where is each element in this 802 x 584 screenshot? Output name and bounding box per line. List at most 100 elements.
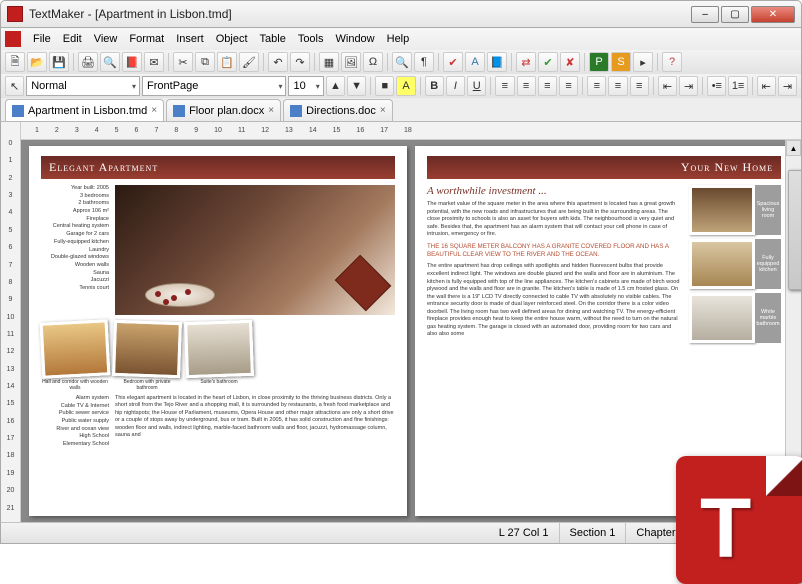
thesaurus-icon[interactable]: 📘: [487, 52, 507, 72]
accept-change-icon[interactable]: ✔: [538, 52, 558, 72]
menu-help[interactable]: Help: [381, 31, 416, 47]
presentations-icon[interactable]: S: [611, 52, 631, 72]
close-tab-icon[interactable]: ×: [151, 105, 157, 116]
image-icon[interactable]: 🖼: [341, 52, 361, 72]
redo-icon[interactable]: ↷: [290, 52, 310, 72]
system-menu-icon[interactable]: [5, 31, 21, 47]
spellcheck-icon[interactable]: ✔: [443, 52, 463, 72]
menu-bar: File Edit View Format Insert Object Tabl…: [0, 28, 802, 50]
menu-window[interactable]: Window: [330, 31, 381, 47]
tab-floorplan[interactable]: Floor plan.docx ×: [166, 99, 281, 121]
pdf-icon[interactable]: 📕: [122, 52, 142, 72]
align-justify-icon[interactable]: ≡: [559, 76, 578, 96]
page2-subtitle: A worthwhile investment ...: [427, 185, 681, 197]
card-label: Fully equipped kitchen: [755, 239, 781, 289]
page1-banner: Elegant Apartment: [41, 156, 395, 179]
increase-indent-icon[interactable]: ⇥: [778, 76, 797, 96]
print-preview-icon[interactable]: 🔍: [100, 52, 120, 72]
numbering-icon[interactable]: 1≡: [728, 76, 747, 96]
page1-thumb-hall: [40, 319, 111, 378]
highlight-icon[interactable]: A: [396, 76, 415, 96]
page1-thumb-suite: [184, 320, 254, 378]
line-spacing-2-icon[interactable]: ≡: [630, 76, 649, 96]
page1-description: This elegant apartment is located in the…: [115, 395, 395, 449]
help-icon[interactable]: ?: [662, 52, 682, 72]
thumb-caption: Suite's bathroom: [185, 379, 253, 391]
align-right-icon[interactable]: ≡: [538, 76, 557, 96]
scroll-up-icon[interactable]: ▲: [786, 140, 801, 156]
align-center-icon[interactable]: ≡: [517, 76, 536, 96]
card-label: Spacious living room: [755, 185, 781, 235]
zoom-icon[interactable]: 🔍: [392, 52, 412, 72]
status-section: Section 1: [560, 523, 627, 543]
tab-apartment[interactable]: Apartment in Lisbon.tmd ×: [5, 99, 164, 121]
window-title: TextMaker - [Apartment in Lisbon.tmd]: [29, 7, 691, 21]
bold-icon[interactable]: B: [425, 76, 444, 96]
email-icon[interactable]: ✉: [144, 52, 164, 72]
close-tab-icon[interactable]: ×: [268, 105, 274, 116]
font-color-icon[interactable]: ■: [375, 76, 394, 96]
new-doc-icon[interactable]: 🗎: [5, 52, 25, 72]
font-size-down-icon[interactable]: ▼: [347, 76, 366, 96]
tab-left-icon[interactable]: ⇤: [658, 76, 677, 96]
print-icon[interactable]: 🖨: [78, 52, 98, 72]
basicmaker-icon[interactable]: ▸: [633, 52, 653, 72]
close-button[interactable]: ✕: [751, 6, 795, 23]
page-1[interactable]: Elegant Apartment Year built: 20053 bedr…: [29, 146, 407, 516]
show-marks-icon[interactable]: ¶: [414, 52, 434, 72]
symbol-icon[interactable]: Ω: [363, 52, 383, 72]
minimize-button[interactable]: –: [691, 6, 719, 23]
font-size-select[interactable]: 10: [288, 76, 323, 96]
kitchen-photo: [689, 239, 755, 289]
font-size-up-icon[interactable]: ▲: [326, 76, 345, 96]
paste-icon[interactable]: 📋: [217, 52, 237, 72]
font-a-icon[interactable]: A: [465, 52, 485, 72]
underline-icon[interactable]: U: [467, 76, 486, 96]
document-tabs: Apartment in Lisbon.tmd × Floor plan.doc…: [0, 98, 802, 122]
track-changes-icon[interactable]: ⇄: [516, 52, 536, 72]
pointer-icon[interactable]: ↖: [5, 76, 24, 96]
menu-view[interactable]: View: [88, 31, 124, 47]
page2-card-kitchen: Fully equipped kitchen: [689, 239, 781, 289]
page2-banner: Your New Home: [427, 156, 781, 179]
toolbar-format: ↖ Normal FrontPage 10 ▲ ▼ ■ A B I U ≡ ≡ …: [0, 74, 802, 98]
menu-edit[interactable]: Edit: [57, 31, 88, 47]
maximize-button[interactable]: ▢: [721, 6, 749, 23]
bullets-icon[interactable]: •≡: [707, 76, 726, 96]
thumb-caption: Hall and corridor with wooden walls: [41, 379, 109, 391]
paragraph-style-select[interactable]: Normal: [26, 76, 140, 96]
line-spacing-1-icon[interactable]: ≡: [587, 76, 606, 96]
logo-letter: T: [700, 486, 751, 570]
decrease-indent-icon[interactable]: ⇤: [757, 76, 776, 96]
close-tab-icon[interactable]: ×: [380, 105, 386, 116]
font-select[interactable]: FrontPage: [142, 76, 286, 96]
tab-right-icon[interactable]: ⇥: [679, 76, 698, 96]
align-left-icon[interactable]: ≡: [495, 76, 514, 96]
copy-icon[interactable]: ⧉: [195, 52, 215, 72]
planmaker-icon[interactable]: P: [589, 52, 609, 72]
menu-insert[interactable]: Insert: [170, 31, 210, 47]
menu-file[interactable]: File: [27, 31, 57, 47]
tab-directions[interactable]: Directions.doc ×: [283, 99, 393, 121]
doc-icon: [290, 105, 302, 117]
open-icon[interactable]: 📂: [27, 52, 47, 72]
menu-object[interactable]: Object: [210, 31, 254, 47]
line-spacing-15-icon[interactable]: ≡: [608, 76, 627, 96]
menu-table[interactable]: Table: [254, 31, 292, 47]
page1-hero-image: [115, 185, 395, 315]
format-paint-icon[interactable]: 🖌: [239, 52, 259, 72]
page1-amenities-list: Alarm systemCable TV & InternetPublic se…: [41, 395, 109, 449]
table-icon[interactable]: ▦: [319, 52, 339, 72]
italic-icon[interactable]: I: [446, 76, 465, 96]
tab-label: Floor plan.docx: [189, 105, 264, 117]
scroll-thumb[interactable]: [788, 170, 801, 290]
save-icon[interactable]: 💾: [49, 52, 69, 72]
page2-para1: The market value of the square meter in …: [427, 201, 681, 239]
cut-icon[interactable]: ✂: [173, 52, 193, 72]
undo-icon[interactable]: ↶: [268, 52, 288, 72]
menu-tools[interactable]: Tools: [292, 31, 330, 47]
textmaker-logo: T: [676, 456, 802, 584]
reject-change-icon[interactable]: ✘: [560, 52, 580, 72]
page2-para2: The entire apartment has drop ceilings w…: [427, 263, 681, 338]
menu-format[interactable]: Format: [123, 31, 170, 47]
